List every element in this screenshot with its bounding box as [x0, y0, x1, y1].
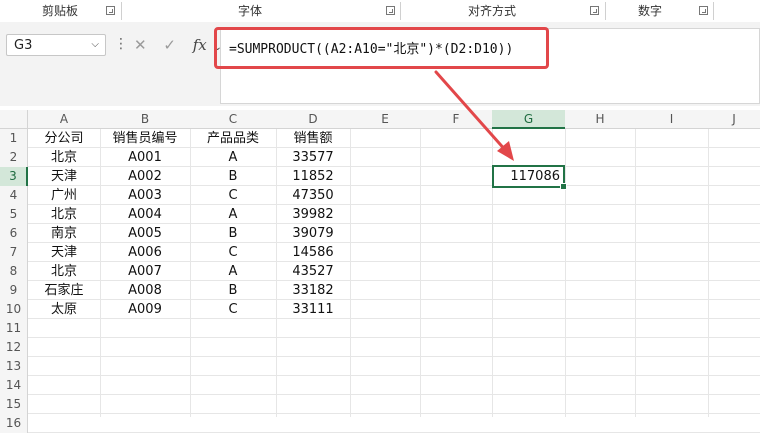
annotation-arrow — [434, 70, 514, 161]
